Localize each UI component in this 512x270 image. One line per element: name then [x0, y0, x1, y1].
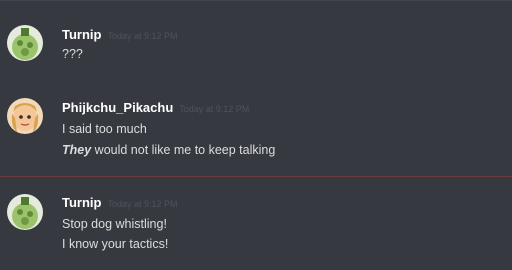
author-name[interactable]: Turnip: [62, 195, 101, 210]
emphasis-text: They: [62, 143, 92, 157]
avatar[interactable]: [7, 194, 43, 230]
author-name[interactable]: Turnip: [62, 27, 101, 42]
chat-message-list: Turnip Today at 9:12 PM ??? Phijkchu_Pika…: [0, 0, 512, 270]
message-timestamp: Today at 9:12 PM: [179, 104, 250, 114]
message-text: I said too much: [62, 122, 147, 136]
message-author[interactable]: Phijkchu_Pikachu Today at 9:12 PM: [62, 100, 249, 117]
header-separator: [0, 0, 512, 1]
message-text-rest: would not like me to keep talking: [91, 143, 276, 157]
new-messages-divider: [0, 176, 512, 177]
pikachu-avatar-icon: [7, 98, 43, 134]
message-text: ???: [62, 47, 83, 61]
message-text: Stop dog whistling!: [62, 217, 167, 231]
avatar[interactable]: [7, 98, 43, 134]
message-author[interactable]: Turnip Today at 9:12 PM: [62, 195, 178, 212]
message-timestamp: Today at 9:12 PM: [107, 31, 178, 41]
message-text: I know your tactics!: [62, 237, 169, 251]
avatar[interactable]: [7, 25, 43, 61]
message-timestamp: Today at 9:12 PM: [107, 199, 178, 209]
turnip-avatar-icon: [7, 25, 43, 61]
message-author[interactable]: Turnip Today at 9:12 PM: [62, 27, 178, 44]
turnip-avatar-icon: [7, 194, 43, 230]
message-text-styled: They would not like me to keep talking: [62, 142, 275, 158]
author-name[interactable]: Phijkchu_Pikachu: [62, 100, 173, 115]
